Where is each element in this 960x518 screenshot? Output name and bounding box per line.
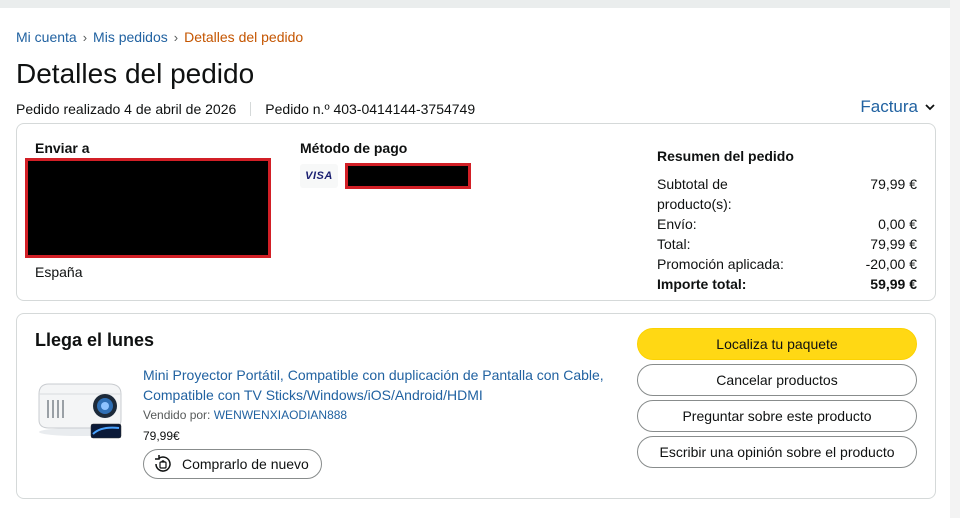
page-title: Detalles del pedido	[16, 58, 255, 89]
top-strip	[0, 0, 960, 8]
order-meta: Pedido realizado 4 de abril de 2026 Pedi…	[16, 101, 475, 117]
summary-label: Importe total:	[657, 276, 747, 292]
summary-label: Total:	[657, 236, 691, 252]
summary-label: Subtotal de producto(s):	[657, 176, 732, 212]
breadcrumb: Mi cuenta › Mis pedidos › Detalles del p…	[16, 29, 303, 45]
ask-product-question-button[interactable]: Preguntar sobre este producto	[637, 400, 917, 432]
visa-card-icon: VISA	[300, 164, 338, 188]
buy-again-button[interactable]: Comprarlo de nuevo	[143, 449, 322, 479]
chevron-down-icon	[925, 104, 935, 111]
summary-value: 0,00 €	[878, 216, 917, 232]
order-info-card: Enviar a España Método de pago VISA Resu…	[16, 123, 936, 301]
breadcrumb-current: Detalles del pedido	[184, 29, 304, 45]
summary-label: Promoción aplicada:	[657, 256, 784, 272]
summary-value: 59,99 €	[870, 276, 917, 292]
sold-by-label: Vendido por:	[143, 408, 211, 422]
breadcrumb-separator: ›	[173, 29, 179, 45]
summary-row: Subtotal de producto(s): 79,99 €	[657, 174, 917, 214]
product-title-link[interactable]: Mini Proyector Portátil, Compatible con …	[143, 365, 623, 405]
redacted-card-number	[345, 163, 471, 189]
sold-by: Vendido por: WENWENXIAODIAN888	[143, 408, 347, 422]
invoice-label: Factura	[860, 97, 918, 116]
order-number: Pedido n.º 403-0414144-3754749	[265, 101, 476, 117]
scrollbar-track[interactable]	[950, 0, 960, 518]
order-placed-date: Pedido realizado 4 de abril de 2026	[16, 101, 237, 117]
write-review-button[interactable]: Escribir una opinión sobre el producto	[637, 436, 917, 468]
ship-country: España	[35, 264, 83, 280]
ship-to-heading: Enviar a	[35, 140, 90, 156]
cancel-items-button[interactable]: Cancelar productos	[637, 364, 917, 396]
card-brand: VISA	[305, 170, 333, 182]
seller-link[interactable]: WENWENXIAODIAN888	[214, 408, 347, 422]
meta-divider	[250, 102, 252, 116]
summary-label: Envío:	[657, 216, 697, 232]
summary-value: 79,99 €	[870, 176, 917, 192]
breadcrumb-separator: ›	[82, 29, 88, 45]
summary-value: 79,99 €	[870, 236, 917, 252]
arrival-heading: Llega el lunes	[35, 330, 155, 350]
shipment-card: Llega el lunes Mini Proyector Portátil, …	[16, 313, 936, 499]
redacted-address	[25, 158, 271, 258]
order-summary: Resumen del pedido Subtotal de producto(…	[657, 148, 917, 294]
product-price: 79,99€	[143, 429, 180, 443]
buy-again-label: Comprarlo de nuevo	[182, 456, 309, 472]
summary-row-total: Importe total: 59,99 €	[657, 274, 917, 294]
breadcrumb-mi-cuenta[interactable]: Mi cuenta	[16, 29, 77, 45]
summary-heading: Resumen del pedido	[657, 148, 794, 164]
invoice-dropdown[interactable]: Factura	[860, 97, 936, 117]
summary-row: Total: 79,99 €	[657, 234, 917, 254]
track-package-button[interactable]: Localiza tu paquete	[637, 328, 917, 360]
summary-row: Envío: 0,00 €	[657, 214, 917, 234]
payment-method-heading: Método de pago	[300, 140, 408, 156]
summary-value: -20,00 €	[865, 256, 917, 272]
product-image[interactable]	[35, 372, 125, 444]
summary-row: Promoción aplicada: -20,00 €	[657, 254, 917, 274]
rebuy-icon	[155, 455, 171, 472]
breadcrumb-mis-pedidos[interactable]: Mis pedidos	[93, 29, 168, 45]
